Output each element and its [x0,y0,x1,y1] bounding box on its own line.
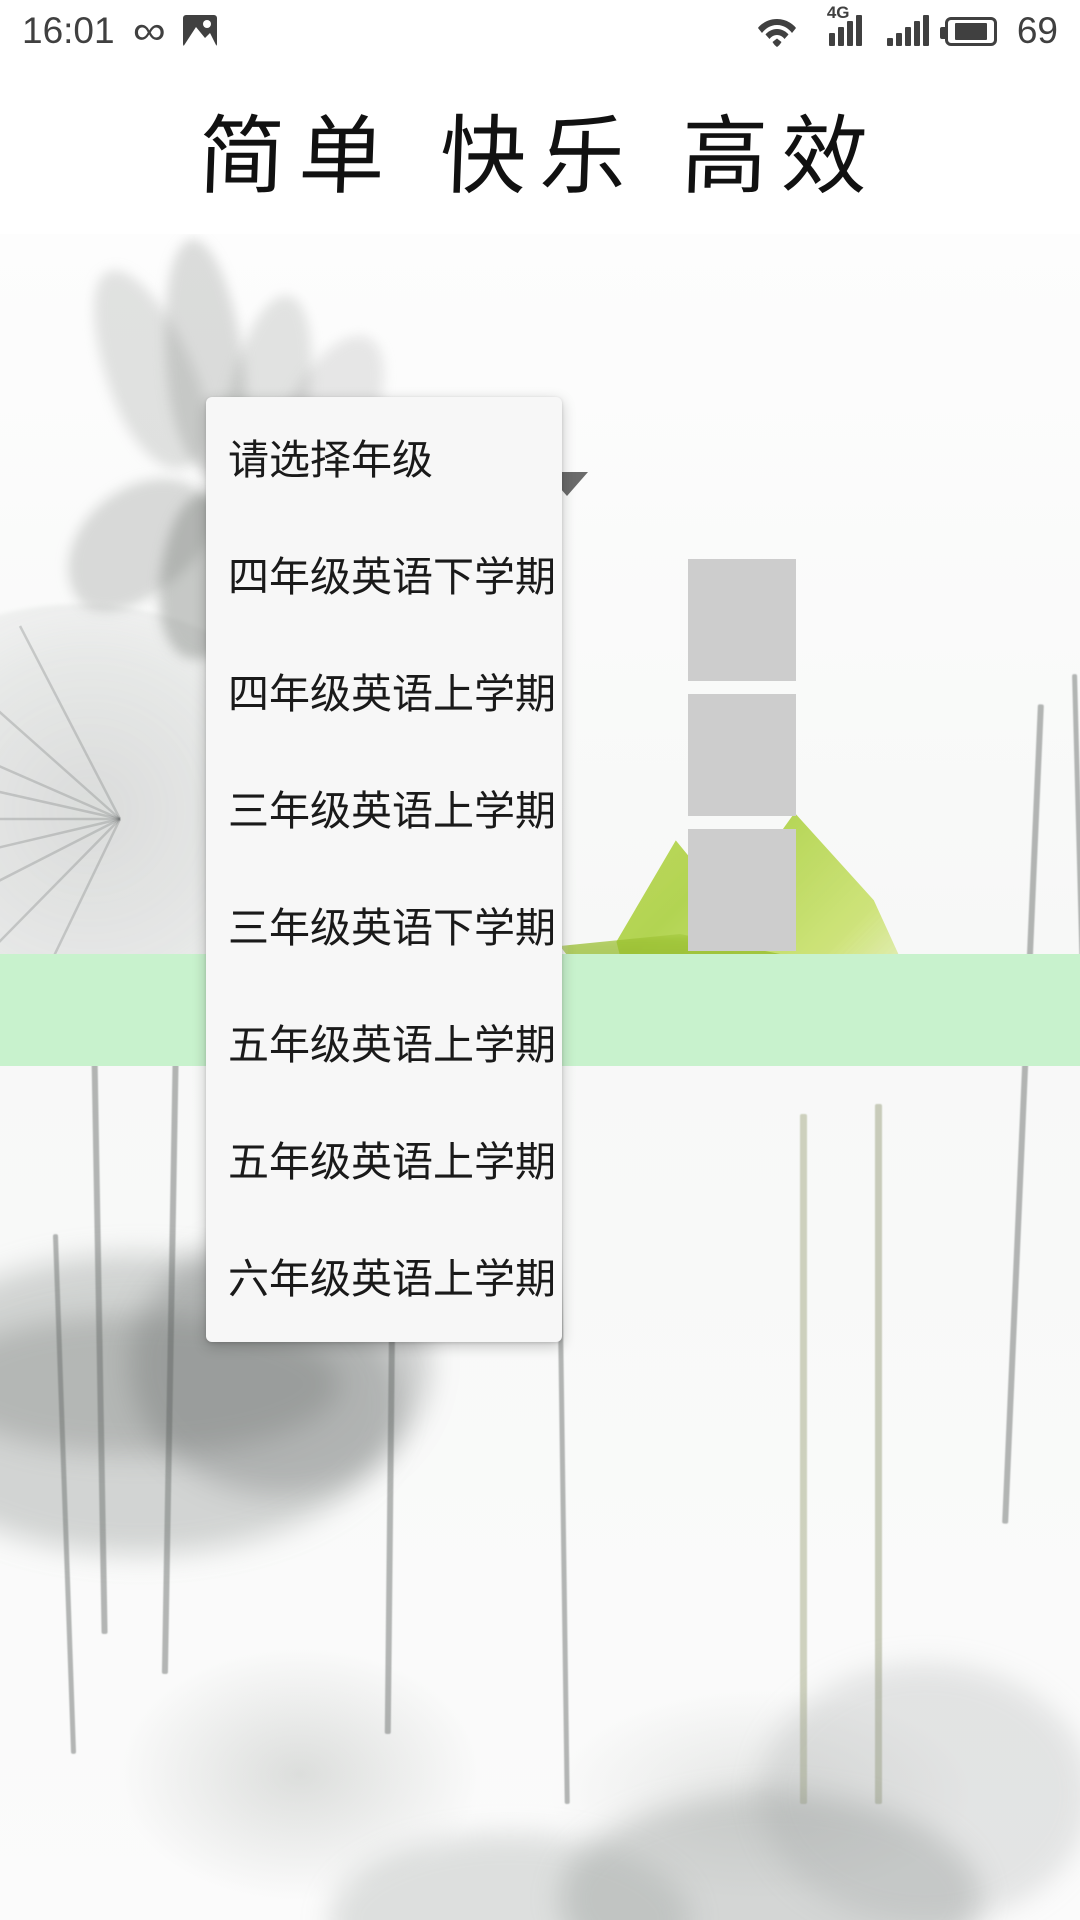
dropdown-item[interactable]: 四年级英语下学期 [206,514,562,631]
dropdown-item[interactable]: 五年级英语上学期 [206,1099,562,1216]
status-clock: 16:01 [22,10,115,51]
phone-screen: 16:01 ∞ 4G 69 简单 快乐 高效 请选择年级 四年级英语下学期 四年… [0,0,1080,1920]
status-bar-left: 16:01 ∞ [22,9,218,53]
grade-dropdown-menu[interactable]: 请选择年级 四年级英语下学期 四年级英语上学期 三年级英语上学期 三年级英语下学… [206,397,562,1342]
network-type-label: 4G [826,3,850,22]
placeholder-box [688,829,796,951]
page-title: 简单 快乐 高效 [196,106,883,207]
placeholder-box [688,559,796,681]
battery-level-label: 69 [1016,10,1058,51]
title-banner: 简单 快乐 高效 [0,62,1080,234]
dropdown-item[interactable]: 三年级英语上学期 [206,748,562,865]
battery-icon [939,16,997,46]
signal-secondary-icon [886,15,929,46]
status-bar: 16:01 ∞ 4G 69 [0,0,1080,62]
wifi-icon [757,15,797,47]
placeholder-box [688,694,796,816]
dropdown-item[interactable]: 六年级英语上学期 [206,1216,562,1333]
photo-icon [183,15,218,47]
status-bar-right: 4G 69 [757,4,1058,52]
signal-4g-icon: 4G [827,4,871,46]
dropdown-item[interactable]: 五年级英语上学期 [206,982,562,1099]
dropdown-item[interactable]: 请选择年级 [206,397,562,514]
infinity-icon: ∞ [132,9,166,53]
dropdown-item[interactable]: 四年级英语上学期 [206,631,562,748]
dropdown-item[interactable]: 三年级英语下学期 [206,865,562,982]
